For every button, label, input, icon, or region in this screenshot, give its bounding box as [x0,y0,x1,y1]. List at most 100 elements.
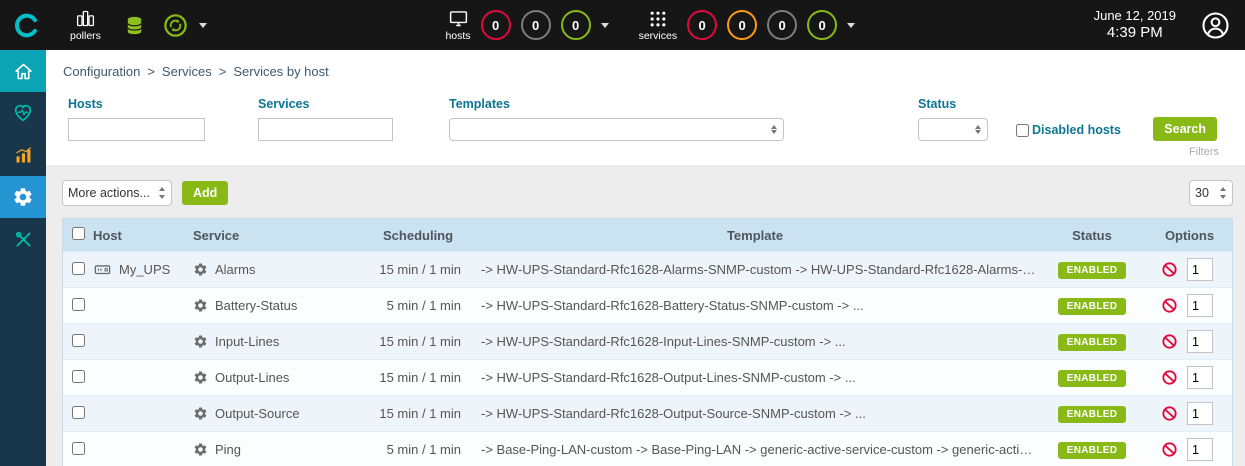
breadcrumb-services[interactable]: Services [162,64,212,79]
pollers-icon [75,8,96,29]
actions-row: More actions... Add 30 [46,165,1245,216]
status-badge: ENABLED [1058,406,1126,423]
chevron-down-icon[interactable] [847,23,855,32]
service-name[interactable]: Input-Lines [215,334,279,349]
datetime-display: June 12, 2019 4:39 PM [1094,8,1176,43]
row-checkbox[interactable] [72,370,85,383]
status-badge: ENABLED [1058,370,1126,387]
row-checkbox[interactable] [72,298,85,311]
services-filter-label: Services [258,97,393,111]
order-input[interactable] [1187,258,1213,281]
centreon-logo-icon[interactable] [13,12,40,39]
column-header-template: Template [473,228,1037,243]
order-input[interactable] [1187,438,1213,461]
more-actions-select-wrap: More actions... [62,180,172,206]
scheduling-value: 15 min / 1 min [353,334,473,349]
select-all-checkbox[interactable] [72,227,85,240]
services-counter-warning[interactable]: 0 [727,10,757,40]
templates-filter-select[interactable] [449,118,784,141]
breadcrumb: Configuration>Services>Services by host [46,50,1245,89]
no-entry-icon[interactable] [1161,441,1178,458]
status-badge: ENABLED [1058,298,1126,315]
no-entry-icon[interactable] [1161,405,1178,422]
sync-circle-icon[interactable] [162,12,189,39]
template-chain: -> HW-UPS-Standard-Rfc1628-Output-Source… [473,406,1037,421]
no-entry-icon[interactable] [1161,261,1178,278]
status-filter-select[interactable] [918,118,988,141]
scheduling-value: 5 min / 1 min [353,442,473,457]
sidebar-item-configuration[interactable] [0,176,46,218]
order-input[interactable] [1187,402,1213,425]
gear-icon [193,298,208,313]
services-counter-critical[interactable]: 0 [687,10,717,40]
heartbeat-icon [12,102,34,124]
filters-link[interactable]: Filters [1189,146,1219,158]
hosts-filter-input[interactable] [68,118,205,141]
status-badge: ENABLED [1058,262,1126,279]
gear-icon [193,370,208,385]
services-filter-input[interactable] [258,118,393,141]
chevron-down-icon[interactable] [199,23,207,32]
gear-icon [193,406,208,421]
pollers-menu[interactable]: pollers [70,8,101,42]
hosts-menu[interactable]: hosts [445,8,470,42]
monitor-icon [448,8,469,29]
services-table: Host Service Scheduling Template Status … [62,218,1233,466]
hosts-counter-unreachable[interactable]: 0 [521,10,551,40]
services-label: services [639,30,678,42]
no-entry-icon[interactable] [1161,297,1178,314]
order-input[interactable] [1187,366,1213,389]
template-chain: -> HW-UPS-Standard-Rfc1628-Input-Lines-S… [473,334,1037,349]
current-time: 4:39 PM [1094,24,1176,43]
pollers-label: pollers [70,30,101,42]
home-icon [13,61,34,82]
hosts-label: hosts [445,30,470,42]
sidebar-item-home[interactable] [0,50,46,92]
table-row: Output-Lines 15 min / 1 min -> HW-UPS-St… [63,359,1232,395]
service-name[interactable]: Output-Lines [215,370,289,385]
status-badge: ENABLED [1058,442,1126,459]
template-chain: -> HW-UPS-Standard-Rfc1628-Output-Lines-… [473,370,1037,385]
sidebar-item-monitoring[interactable] [0,92,46,134]
order-input[interactable] [1187,330,1213,353]
table-row: Battery-Status 5 min / 1 min -> HW-UPS-S… [63,287,1232,323]
order-input[interactable] [1187,294,1213,317]
hosts-counter-down[interactable]: 0 [481,10,511,40]
page-size-select[interactable]: 30 [1189,180,1233,206]
service-name[interactable]: Output-Source [215,406,300,421]
disabled-hosts-label: Disabled hosts [1032,123,1121,137]
templates-filter-select-wrap [449,118,784,141]
search-button[interactable]: Search [1153,117,1217,141]
row-checkbox[interactable] [72,262,85,275]
filter-bar: Hosts Services Templates Status [46,89,1245,141]
sidebar-item-reporting[interactable] [0,134,46,176]
hosts-filter-label: Hosts [68,97,205,111]
row-checkbox[interactable] [72,334,85,347]
row-checkbox[interactable] [72,406,85,419]
service-name[interactable]: Alarms [215,262,255,277]
template-chain: -> HW-UPS-Standard-Rfc1628-Alarms-SNMP-c… [473,262,1037,277]
service-name[interactable]: Battery-Status [215,298,297,313]
more-actions-select[interactable]: More actions... [62,180,172,206]
database-icon[interactable] [123,14,146,37]
add-button[interactable]: Add [182,181,228,205]
host-name[interactable]: My_UPS [119,262,170,277]
table-row: Ping 5 min / 1 min -> Base-Ping-LAN-cust… [63,431,1232,466]
row-checkbox[interactable] [72,442,85,455]
services-menu[interactable]: services [639,9,678,42]
no-entry-icon[interactable] [1161,333,1178,350]
service-name[interactable]: Ping [215,442,241,457]
services-counter-unknown[interactable]: 0 [767,10,797,40]
no-entry-icon[interactable] [1161,369,1178,386]
services-counter-ok[interactable]: 0 [807,10,837,40]
breadcrumb-configuration[interactable]: Configuration [63,64,140,79]
disabled-hosts-checkbox[interactable] [1016,124,1029,137]
user-profile-icon[interactable] [1200,10,1231,41]
template-chain: -> Base-Ping-LAN-custom -> Base-Ping-LAN… [473,442,1037,457]
sidebar-item-administration[interactable] [0,218,46,260]
breadcrumb-services-by-host[interactable]: Services by host [233,64,328,79]
current-date: June 12, 2019 [1094,8,1176,24]
chevron-down-icon[interactable] [601,23,609,32]
status-filter-label: Status [918,97,988,111]
hosts-counter-up[interactable]: 0 [561,10,591,40]
